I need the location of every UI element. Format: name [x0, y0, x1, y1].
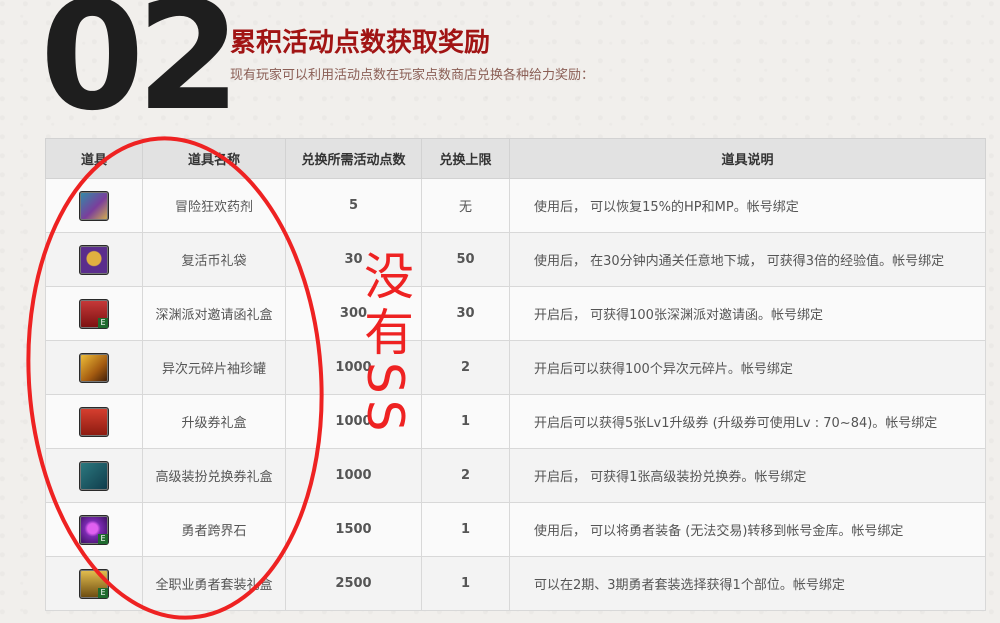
red-gift-box-icon: E	[79, 298, 109, 329]
item-points: 2500	[285, 556, 422, 611]
table-row: 异次元碎片袖珍罐 1000 2 开启后可以获得100个异次元碎片。帐号绑定	[45, 340, 986, 395]
purple-stone-icon: E	[79, 514, 109, 545]
item-description: 使用后， 可以恢复15%的HP和MP。帐号绑定	[509, 178, 986, 233]
item-icon-cell	[45, 448, 143, 503]
item-limit: 50	[421, 232, 510, 287]
item-limit: 2	[421, 340, 510, 395]
item-description: 开启后， 可获得1张高级装扮兑换券。帐号绑定	[509, 448, 986, 503]
column-header-name: 道具名称	[142, 138, 286, 179]
item-name: 勇者跨界石	[142, 502, 286, 557]
table-row: 高级装扮兑换券礼盒 1000 2 开启后， 可获得1张高级装扮兑换券。帐号绑定	[45, 448, 986, 503]
item-limit: 30	[421, 286, 510, 341]
section-number: 02	[40, 0, 241, 144]
rewards-table: 道具 道具名称 兑换所需活动点数 兑换上限 道具说明 冒险狂欢药剂 5 无 使用…	[45, 138, 986, 611]
item-icon-cell	[45, 232, 143, 287]
item-icon-cell: E	[45, 502, 143, 557]
item-points: 1000	[285, 340, 422, 395]
column-header-description: 道具说明	[509, 138, 986, 179]
table-row: 复活币礼袋 30 50 使用后， 在30分钟内通关任意地下城， 可获得3倍的经验…	[45, 232, 986, 287]
coin-bag-icon	[79, 244, 109, 275]
item-limit: 1	[421, 502, 510, 557]
item-points: 1500	[285, 502, 422, 557]
item-limit: 1	[421, 394, 510, 449]
table-header-row: 道具 道具名称 兑换所需活动点数 兑换上限 道具说明	[45, 138, 986, 179]
gold-chest-icon: E	[79, 568, 109, 599]
item-points: 1000	[285, 394, 422, 449]
item-icon-cell	[45, 340, 143, 395]
item-limit: 2	[421, 448, 510, 503]
item-points: 1000	[285, 448, 422, 503]
table-row: E 勇者跨界石 1500 1 使用后， 可以将勇者装备 (无法交易)转移到帐号金…	[45, 502, 986, 557]
potion-icon	[79, 190, 109, 221]
item-points: 300	[285, 286, 422, 341]
item-description: 开启后可以获得100个异次元碎片。帐号绑定	[509, 340, 986, 395]
item-points: 5	[285, 178, 422, 233]
item-name: 全职业勇者套装礼盒	[142, 556, 286, 611]
item-name: 深渊派对邀请函礼盒	[142, 286, 286, 341]
item-description: 开启后， 可获得100张深渊派对邀请函。帐号绑定	[509, 286, 986, 341]
item-description: 开启后可以获得5张Lv1升级券 (升级券可使用Lv : 70~84)。帐号绑定	[509, 394, 986, 449]
table-row: 冒险狂欢药剂 5 无 使用后， 可以恢复15%的HP和MP。帐号绑定	[45, 178, 986, 233]
column-header-item: 道具	[45, 138, 143, 179]
item-name: 复活币礼袋	[142, 232, 286, 287]
ticket-icon	[79, 460, 109, 491]
item-limit: 1	[421, 556, 510, 611]
table-row: E 深渊派对邀请函礼盒 300 30 开启后， 可获得100张深渊派对邀请函。帐…	[45, 286, 986, 341]
upgrade-gift-icon	[79, 406, 109, 437]
item-limit: 无	[421, 178, 510, 233]
item-icon-cell	[45, 178, 143, 233]
column-header-points: 兑换所需活动点数	[285, 138, 422, 179]
item-icon-cell	[45, 394, 143, 449]
section-subtitle: 现有玩家可以利用活动点数在玩家点数商店兑换各种给力奖励：	[230, 68, 595, 83]
item-description: 使用后， 在30分钟内通关任意地下城， 可获得3倍的经验值。帐号绑定	[509, 232, 986, 287]
item-icon-cell: E	[45, 556, 143, 611]
section-title: 累积活动点数获取奖励	[230, 28, 491, 58]
item-icon-cell: E	[45, 286, 143, 341]
item-name: 升级券礼盒	[142, 394, 286, 449]
item-name: 冒险狂欢药剂	[142, 178, 286, 233]
column-header-limit: 兑换上限	[421, 138, 510, 179]
golden-jar-icon	[79, 352, 109, 383]
item-name: 高级装扮兑换券礼盒	[142, 448, 286, 503]
item-points: 30	[285, 232, 422, 287]
item-description: 使用后， 可以将勇者装备 (无法交易)转移到帐号金库。帐号绑定	[509, 502, 986, 557]
table-row: E 全职业勇者套装礼盒 2500 1 可以在2期、3期勇者套装选择获得1个部位。…	[45, 556, 986, 611]
table-row: 升级券礼盒 1000 1 开启后可以获得5张Lv1升级券 (升级券可使用Lv :…	[45, 394, 986, 449]
item-name: 异次元碎片袖珍罐	[142, 340, 286, 395]
item-description: 可以在2期、3期勇者套装选择获得1个部位。帐号绑定	[509, 556, 986, 611]
